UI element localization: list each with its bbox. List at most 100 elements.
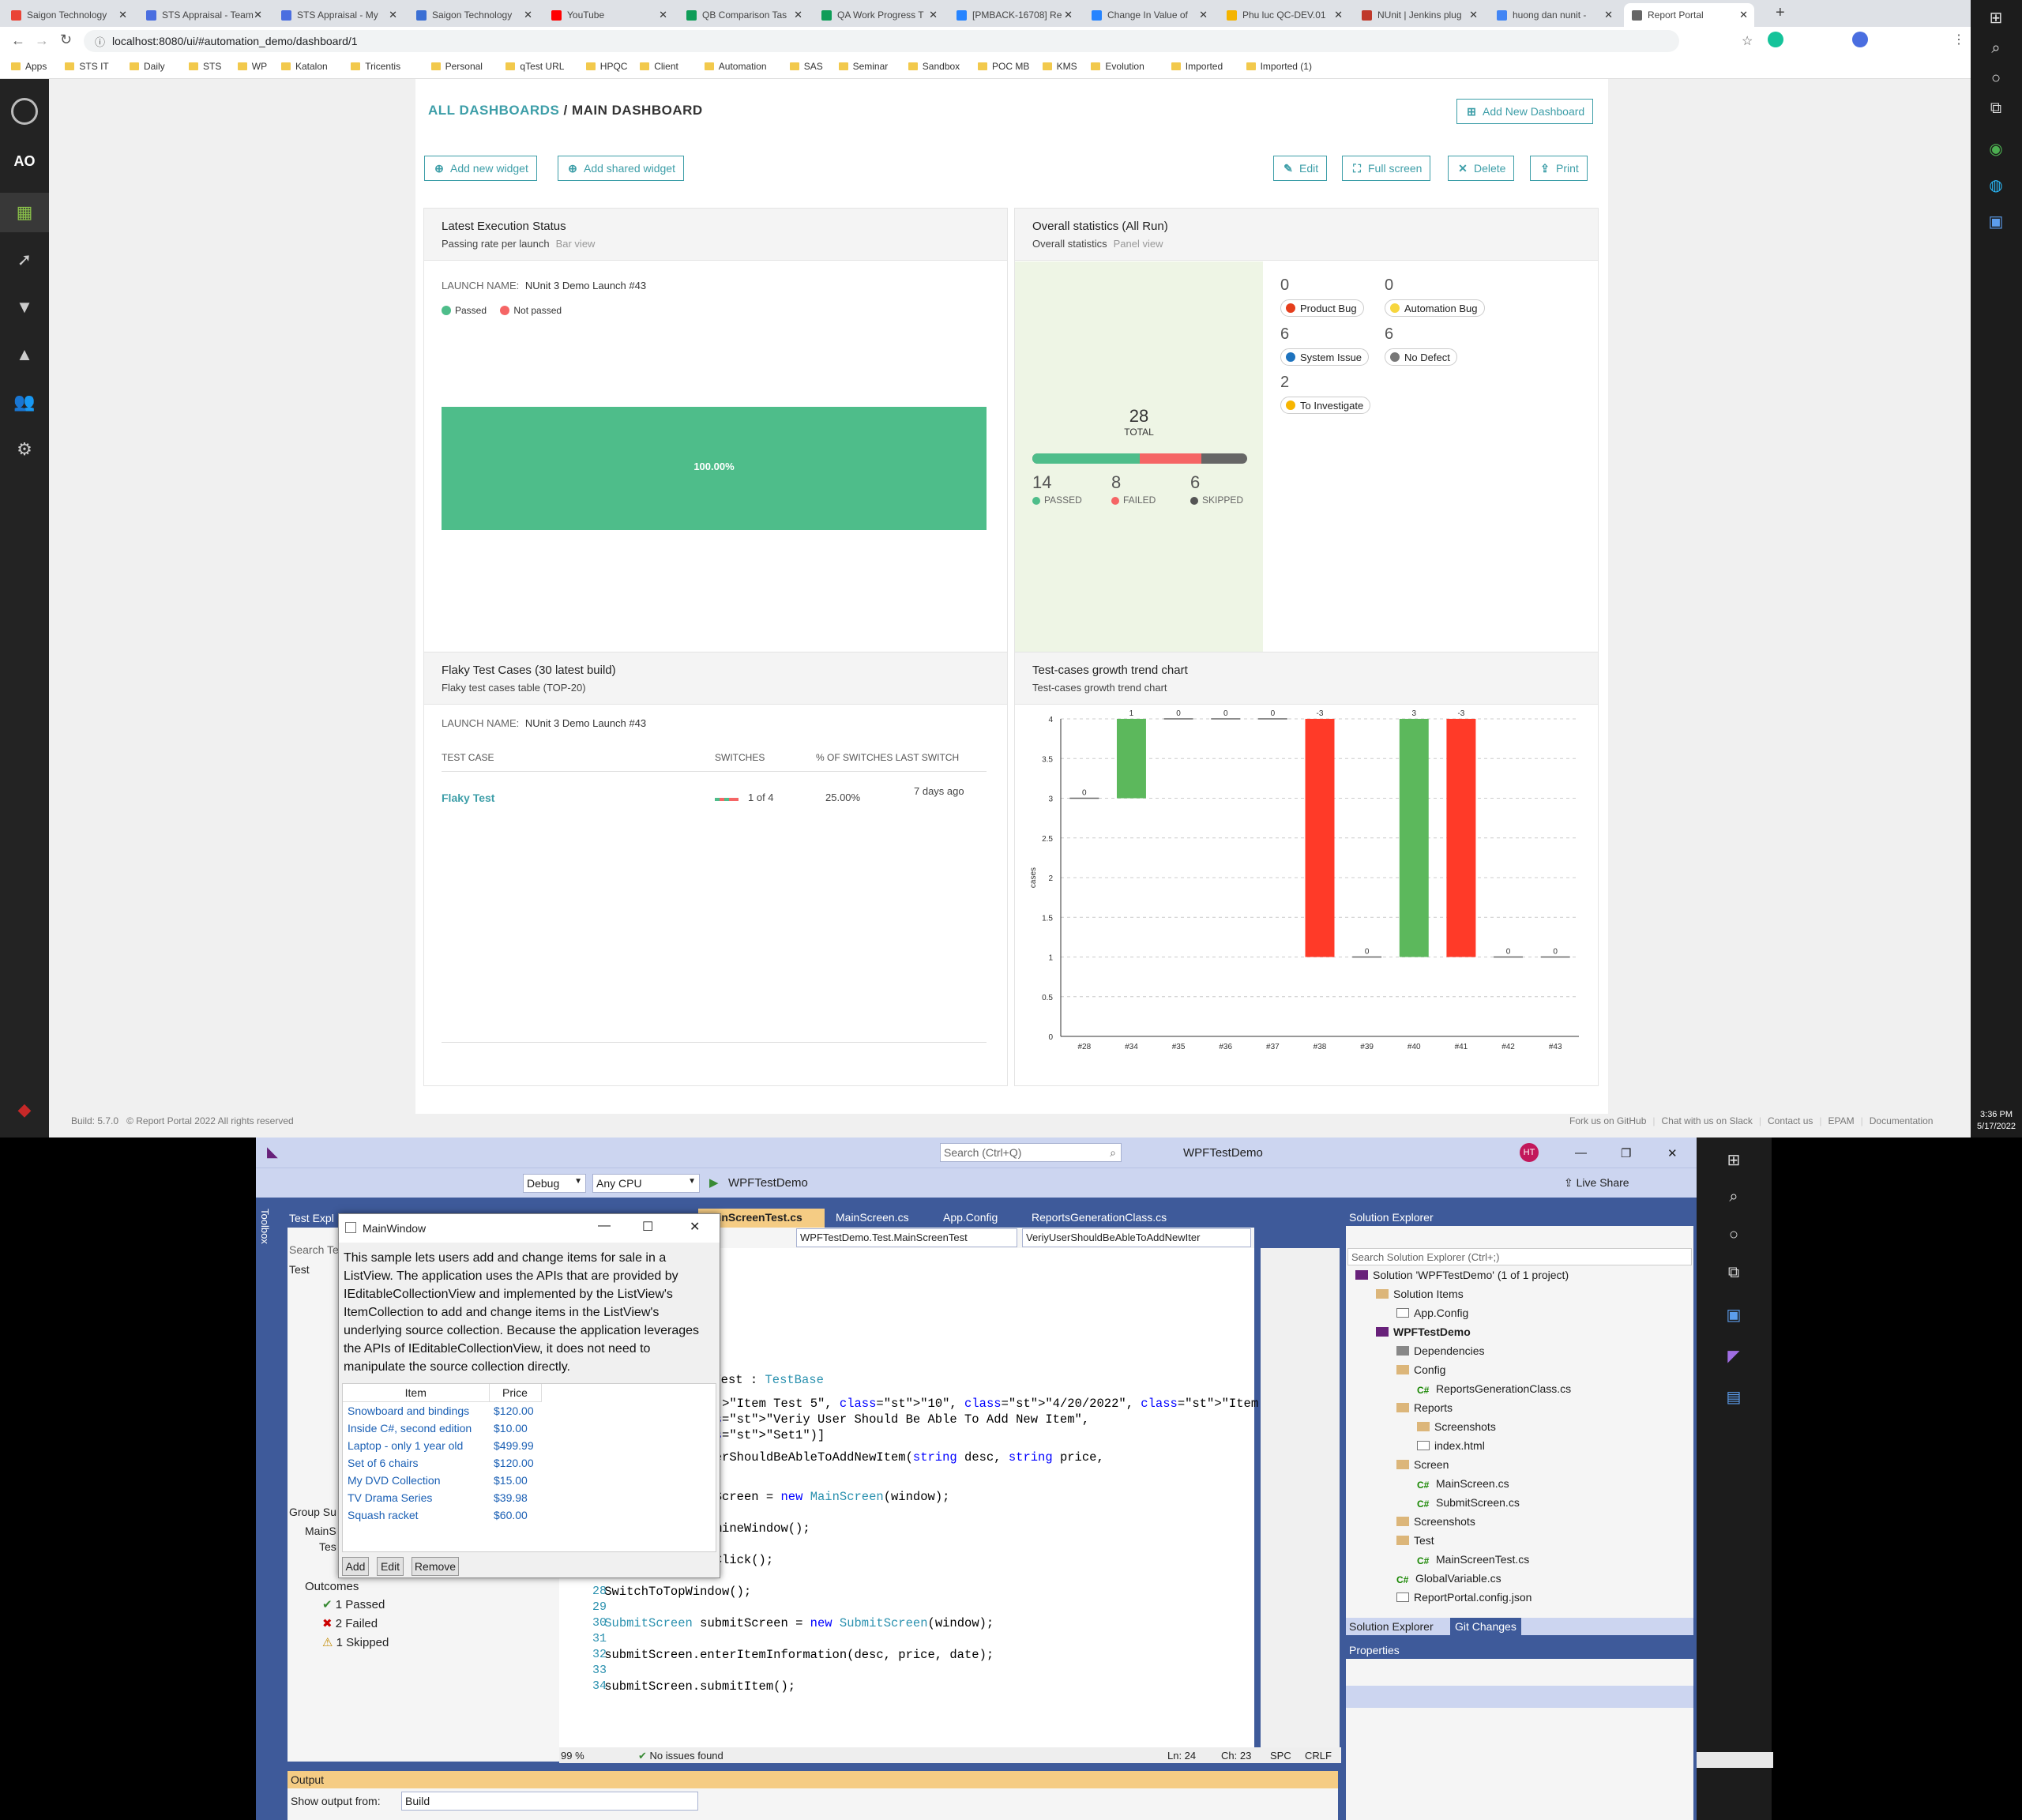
- solution-tree-item[interactable]: Screen: [1396, 1458, 1449, 1471]
- filters-icon[interactable]: ▼: [13, 295, 36, 319]
- nav-member-dropdown[interactable]: VeriyUserShouldBeAbleToAddNewIter: [1022, 1228, 1251, 1247]
- bookmark-item[interactable]: WP: [237, 61, 267, 72]
- system-issue-badge[interactable]: System Issue: [1280, 348, 1370, 366]
- footer-link[interactable]: Contact us: [1768, 1115, 1813, 1126]
- cortana-icon[interactable]: ○: [1724, 1226, 1743, 1245]
- legend-passed[interactable]: Passed: [455, 305, 487, 316]
- user-avatar[interactable]: HT: [1520, 1143, 1539, 1162]
- solution-tree-item[interactable]: Reports: [1396, 1401, 1453, 1414]
- footer-link[interactable]: Fork us on GitHub: [1569, 1115, 1646, 1126]
- edit-button[interactable]: Edit: [377, 1557, 404, 1576]
- browser-tab[interactable]: huong dan nunit - ✕: [1489, 3, 1619, 27]
- bookmark-item[interactable]: SAS: [789, 61, 823, 72]
- tab-close-icon[interactable]: ✕: [929, 9, 938, 21]
- footer-link[interactable]: Chat with us on Slack: [1662, 1115, 1753, 1126]
- user-avatar-icon[interactable]: ◆: [13, 1098, 36, 1122]
- bookmark-item[interactable]: HPQC: [585, 61, 627, 72]
- run-target[interactable]: WPFTestDemo: [728, 1176, 808, 1190]
- solution-tree-item[interactable]: Solution 'WPFTestDemo' (1 of 1 project): [1355, 1269, 1569, 1281]
- list-item[interactable]: Squash racket $60.00: [343, 1506, 541, 1524]
- col-test-case[interactable]: TEST CASE: [442, 752, 494, 763]
- solution-tree-item[interactable]: Screenshots: [1396, 1515, 1475, 1528]
- nav-class-dropdown[interactable]: WPFTestDemo.Test.MainScreenTest: [796, 1228, 1017, 1247]
- vs-search-box[interactable]: Search (Ctrl+Q) ⌕: [940, 1143, 1122, 1162]
- browser-tab[interactable]: Phu luc QC-DEV.01 ✕: [1219, 3, 1349, 27]
- footer-link[interactable]: EPAM: [1828, 1115, 1855, 1126]
- solution-search[interactable]: Search Solution Explorer (Ctrl+;): [1347, 1248, 1692, 1265]
- solution-tree-item[interactable]: Solution Items: [1376, 1288, 1464, 1300]
- profile-avatar[interactable]: [1852, 32, 1868, 47]
- browser-tab[interactable]: STS Appraisal - Team ✕: [138, 3, 269, 27]
- reload-icon[interactable]: ↻: [60, 32, 72, 48]
- members-icon[interactable]: 👥: [13, 390, 36, 414]
- bookmark-item[interactable]: Personal: [430, 61, 483, 72]
- url-bar[interactable]: ⓘ localhost:8080/ui/#automation_demo/das…: [84, 30, 1679, 52]
- grammarly-icon[interactable]: [1768, 32, 1783, 47]
- passing-rate-bar[interactable]: 100.00%: [442, 407, 987, 530]
- settings-icon[interactable]: ⚙: [13, 438, 36, 461]
- tab-close-icon[interactable]: ✕: [118, 9, 127, 21]
- browser-tab[interactable]: [PMBACK-16708] Re ✕: [949, 3, 1079, 27]
- col-item-header[interactable]: Item: [343, 1384, 490, 1402]
- list-item[interactable]: Inside C#, second edition $10.00: [343, 1420, 541, 1437]
- minimize-icon[interactable]: —: [1575, 1146, 1587, 1160]
- browser-tab[interactable]: Saigon Technology ✕: [408, 3, 539, 27]
- forward-icon[interactable]: →: [35, 32, 49, 49]
- close-icon[interactable]: ✕: [690, 1219, 700, 1235]
- product-bug-badge[interactable]: Product Bug: [1280, 299, 1364, 317]
- toolbox-tab[interactable]: Toolbox: [259, 1209, 271, 1244]
- minimize-icon[interactable]: —: [598, 1219, 611, 1233]
- solution-tree-item[interactable]: Config: [1396, 1363, 1445, 1376]
- task-view-icon[interactable]: ⧉: [1724, 1264, 1743, 1283]
- col-switches[interactable]: SWITCHES: [715, 752, 765, 763]
- solution-tree-item[interactable]: C# ReportsGenerationClass.cs: [1417, 1382, 1571, 1396]
- browser-tab[interactable]: STS Appraisal - My ✕: [273, 3, 404, 27]
- bookmark-item[interactable]: Imported (1): [1246, 61, 1312, 72]
- list-item[interactable]: My DVD Collection $15.00: [343, 1472, 541, 1489]
- list-item[interactable]: Snowboard and bindings $120.00: [343, 1402, 541, 1420]
- solution-tree-item[interactable]: C# MainScreen.cs: [1417, 1477, 1509, 1491]
- tab-close-icon[interactable]: ✕: [1739, 9, 1748, 21]
- browser-tab[interactable]: NUnit | Jenkins plug ✕: [1354, 3, 1484, 27]
- tab-solution-explorer[interactable]: Solution Explorer: [1349, 1620, 1434, 1633]
- solution-tree-item[interactable]: Screenshots: [1417, 1420, 1496, 1433]
- tab-close-icon[interactable]: ✕: [1469, 9, 1478, 21]
- live-share-button[interactable]: ⇪ Live Share: [1564, 1176, 1629, 1190]
- edit-button[interactable]: ✎ Edit: [1273, 156, 1328, 181]
- zoom-level[interactable]: 99 %: [561, 1750, 584, 1762]
- list-item[interactable]: Set of 6 chairs $120.00: [343, 1454, 541, 1472]
- bookmark-item[interactable]: POC MB: [978, 61, 1029, 72]
- full-screen-button[interactable]: ⛶ Full screen: [1342, 156, 1431, 181]
- visual-studio-icon[interactable]: ◤: [1724, 1346, 1743, 1365]
- app-icon[interactable]: ▣: [1724, 1305, 1743, 1324]
- bookmark-item[interactable]: Apps: [11, 61, 47, 72]
- legend-not-passed[interactable]: Not passed: [513, 305, 562, 316]
- bookmark-item[interactable]: Tricentis: [351, 61, 400, 72]
- browser-tab[interactable]: QB Comparison Tas ✕: [678, 3, 809, 27]
- taskbar-scroll[interactable]: [1694, 1752, 1773, 1768]
- browser-tab[interactable]: Report Portal ✕: [1624, 3, 1754, 27]
- app-icon[interactable]: ▣: [1986, 212, 2005, 231]
- solution-tree-item[interactable]: C# SubmitScreen.cs: [1417, 1496, 1520, 1510]
- solution-explorer-title[interactable]: Solution Explorer: [1346, 1209, 1693, 1226]
- bookmark-item[interactable]: qTest URL: [506, 61, 564, 72]
- cortana-icon[interactable]: ○: [1986, 70, 2005, 88]
- document-tab[interactable]: MainScreen.cs: [831, 1209, 932, 1228]
- properties-title[interactable]: Properties: [1346, 1641, 1693, 1659]
- bookmark-item[interactable]: STS: [189, 61, 221, 72]
- clock-time[interactable]: 3:36 PM: [1971, 1110, 2022, 1119]
- failed-text[interactable]: 2 Failed: [336, 1617, 378, 1630]
- solution-tree-item[interactable]: ReportPortal.config.json: [1396, 1591, 1532, 1604]
- tab-close-icon[interactable]: ✕: [1064, 9, 1073, 21]
- col-price-header[interactable]: Price: [489, 1384, 542, 1402]
- restore-icon[interactable]: ❐: [1621, 1146, 1631, 1160]
- task-view-icon[interactable]: ⧉: [1986, 100, 2005, 118]
- bookmark-item[interactable]: KMS: [1042, 61, 1077, 72]
- debug-icon[interactable]: ▲: [13, 343, 36, 367]
- col-pct-switches[interactable]: % OF SWITCHES LAST SWITCH: [816, 752, 959, 763]
- list-item[interactable]: TV Drama Series $39.98: [343, 1489, 541, 1506]
- tab-close-icon[interactable]: ✕: [254, 9, 262, 21]
- solution-tree-item[interactable]: Dependencies: [1396, 1344, 1485, 1357]
- clock-date[interactable]: 5/17/2022: [1971, 1122, 2022, 1131]
- line-endings[interactable]: CRLF: [1305, 1750, 1332, 1762]
